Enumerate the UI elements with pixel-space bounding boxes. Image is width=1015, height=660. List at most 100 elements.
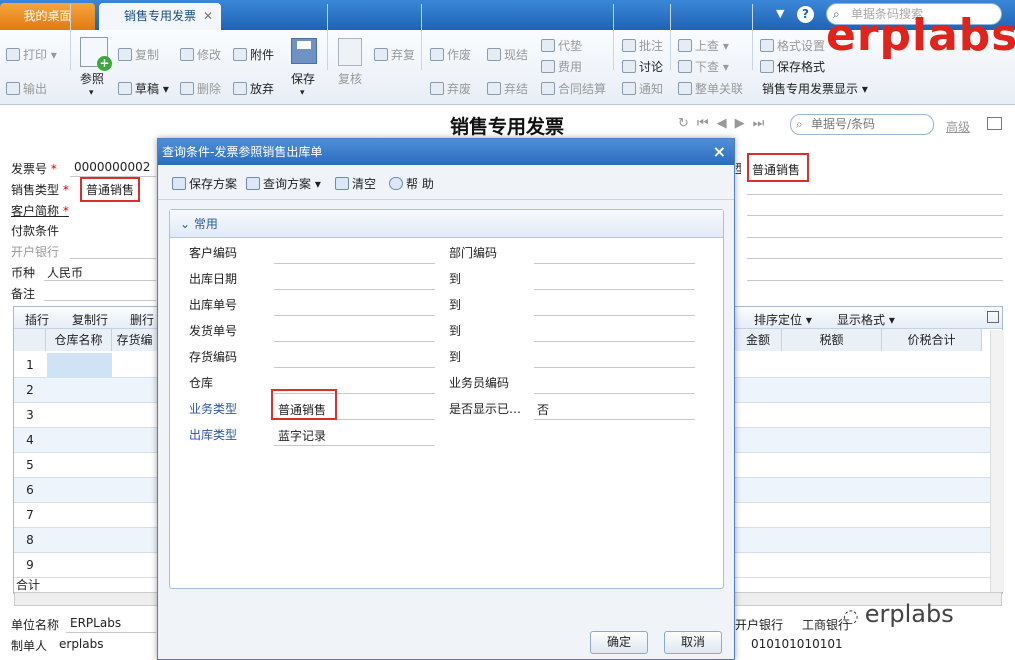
dialog-field-input[interactable] xyxy=(534,419,695,420)
dialog-title-bar[interactable]: 查询条件-发票参照销售出库单 × xyxy=(158,139,734,165)
dialog-field-input[interactable] xyxy=(274,367,435,368)
dialog-field-input[interactable] xyxy=(274,263,435,264)
review-button[interactable]: 复核 xyxy=(338,70,362,88)
dialog-field-input[interactable] xyxy=(534,289,695,290)
export-button[interactable]: 输出 xyxy=(6,80,47,98)
modify-button[interactable]: 修改 xyxy=(180,46,221,64)
clear-button[interactable]: 清空 xyxy=(335,175,376,192)
column-header[interactable]: 价税合计 xyxy=(882,329,982,351)
abandon-settle-button[interactable]: 弃结 xyxy=(487,80,528,98)
vertical-scrollbar[interactable] xyxy=(990,330,1004,592)
query-scheme-dropdown[interactable]: 查询方案 ▾ xyxy=(246,175,321,192)
highlight-box xyxy=(271,389,337,420)
dialog-field-label: 业务类型 xyxy=(189,402,238,416)
dialog-field-input[interactable] xyxy=(534,341,695,342)
void-button[interactable]: 作废 xyxy=(430,46,471,64)
layout-icon[interactable] xyxy=(987,117,1002,130)
field-underline xyxy=(747,258,1003,259)
contract-settle-button[interactable]: 合同结算 xyxy=(541,80,606,98)
save-format-button[interactable]: 保存格式 xyxy=(760,58,825,76)
prev-query-button[interactable]: 上查 ▾ xyxy=(678,37,729,55)
format-settings-button[interactable]: 格式设置 xyxy=(760,37,825,55)
dialog-field-input[interactable] xyxy=(534,315,695,316)
folder-icon xyxy=(246,177,260,190)
discard-button[interactable]: 放弃 xyxy=(233,80,274,98)
contract-icon xyxy=(541,82,555,95)
delete-row-button[interactable]: 删行 xyxy=(130,311,154,328)
tab-invoice[interactable]: 销售专用发票 ✕ xyxy=(99,3,221,30)
sales-type-label-text: 销售类型 xyxy=(11,183,60,197)
advanced-link[interactable]: 高级 xyxy=(946,118,970,135)
display-format-dropdown[interactable]: 销售专用发票显示 ▾ xyxy=(762,80,868,98)
dialog-field-input[interactable] xyxy=(274,315,435,316)
maker-value[interactable]: erplabs xyxy=(59,637,104,651)
doc-search-input[interactable]: ⌕ 单据号/条码 xyxy=(790,114,934,135)
toolbar-divider xyxy=(613,4,614,70)
expand-icon[interactable] xyxy=(987,311,999,323)
cash-settle-button[interactable]: 现结 xyxy=(487,46,528,64)
unit-value[interactable]: ERPLabs xyxy=(70,616,121,630)
abandon-review-button[interactable]: 弃复 xyxy=(374,46,415,64)
selected-cell[interactable] xyxy=(47,353,112,378)
dialog-field-input[interactable] xyxy=(274,445,435,446)
pencil-icon xyxy=(180,48,194,61)
doc-search-placeholder: 单据号/条码 xyxy=(811,117,876,131)
abandon-void-button[interactable]: 弃废 xyxy=(430,80,471,98)
draft-button[interactable]: 草稿 ▾ xyxy=(118,80,169,98)
column-header[interactable]: 存货编 xyxy=(112,329,158,351)
column-header[interactable]: 仓库名称 xyxy=(46,329,112,351)
record-nav-icons[interactable]: ↻⏮◀▶⏭ xyxy=(678,116,772,131)
field-underline xyxy=(44,300,156,301)
cancel-button[interactable]: 取消 xyxy=(664,631,722,654)
format-settings-label: 格式设置 xyxy=(777,39,826,53)
show-done-value[interactable]: 否 xyxy=(537,401,549,418)
chevron-down-icon[interactable]: ▼ xyxy=(776,7,784,20)
expense-button[interactable]: 费用 xyxy=(541,58,582,76)
save-dropdown-icon[interactable]: ▾ xyxy=(300,84,305,102)
help-button[interactable]: 帮 助 xyxy=(389,175,434,192)
copy-row-button[interactable]: 复制行 xyxy=(72,311,108,328)
void-icon xyxy=(430,48,444,61)
ok-button[interactable]: 确定 xyxy=(590,631,648,654)
next-query-button[interactable]: 下查 ▾ xyxy=(678,58,729,76)
dialog-field-input[interactable] xyxy=(274,341,435,342)
copy-button[interactable]: 复制 xyxy=(118,46,159,64)
sort-locate-dropdown[interactable]: 排序定位 ▾ xyxy=(754,311,812,328)
dialog-field-input[interactable] xyxy=(274,289,435,290)
out-type-value[interactable]: 蓝字记录 xyxy=(278,427,326,444)
dialog-field-label: 仓库 xyxy=(189,376,214,390)
column-header[interactable]: 金额 xyxy=(735,329,782,351)
print-button[interactable]: 打印 ▾ xyxy=(6,46,57,64)
close-icon[interactable]: ✕ xyxy=(203,3,213,30)
maker-label: 制单人 xyxy=(11,639,48,653)
annotate-button[interactable]: 批注 xyxy=(622,37,663,55)
advance-button[interactable]: 代垫 xyxy=(541,37,582,55)
remark-label: 备注 xyxy=(11,287,36,301)
discuss-button[interactable]: 讨论 xyxy=(622,58,663,76)
dialog-field-input[interactable] xyxy=(534,263,695,264)
currency-value[interactable]: 人民币 xyxy=(47,264,83,281)
dialog-field-label: 客户编码 xyxy=(189,246,238,260)
insert-row-button[interactable]: 插行 xyxy=(25,311,49,328)
attachment-button[interactable]: 附件 xyxy=(233,46,274,64)
doc-link-button[interactable]: 整单关联 xyxy=(678,80,743,98)
column-header[interactable]: 税额 xyxy=(782,329,882,351)
reference-dropdown-icon[interactable]: ▾ xyxy=(89,84,94,102)
section-header[interactable]: ⌄ 常用 xyxy=(170,210,723,238)
display-format-grid-dropdown[interactable]: 显示格式 ▾ xyxy=(837,311,895,328)
account-value[interactable]: 010101010101 xyxy=(751,637,843,651)
customer-label[interactable]: 客户简称 * xyxy=(11,202,69,219)
notify-button[interactable]: 通知 xyxy=(622,80,663,98)
row-number: 4 xyxy=(14,428,46,453)
dialog-field-input[interactable] xyxy=(534,393,695,394)
total-row-label: 合计 xyxy=(16,578,41,592)
invoice-no-value[interactable]: 0000000002 xyxy=(74,160,150,174)
dialog-field-input[interactable] xyxy=(534,367,695,368)
delete-button[interactable]: 删除 xyxy=(180,80,221,98)
help-icon[interactable]: ? xyxy=(797,6,814,23)
dialog-field-label: 出库类型 xyxy=(189,428,238,442)
tab-home[interactable]: 我的桌面 xyxy=(0,3,95,30)
close-icon[interactable]: × xyxy=(713,139,726,165)
reference-icon: + xyxy=(80,37,112,71)
save-scheme-button[interactable]: 保存方案 xyxy=(172,175,237,192)
